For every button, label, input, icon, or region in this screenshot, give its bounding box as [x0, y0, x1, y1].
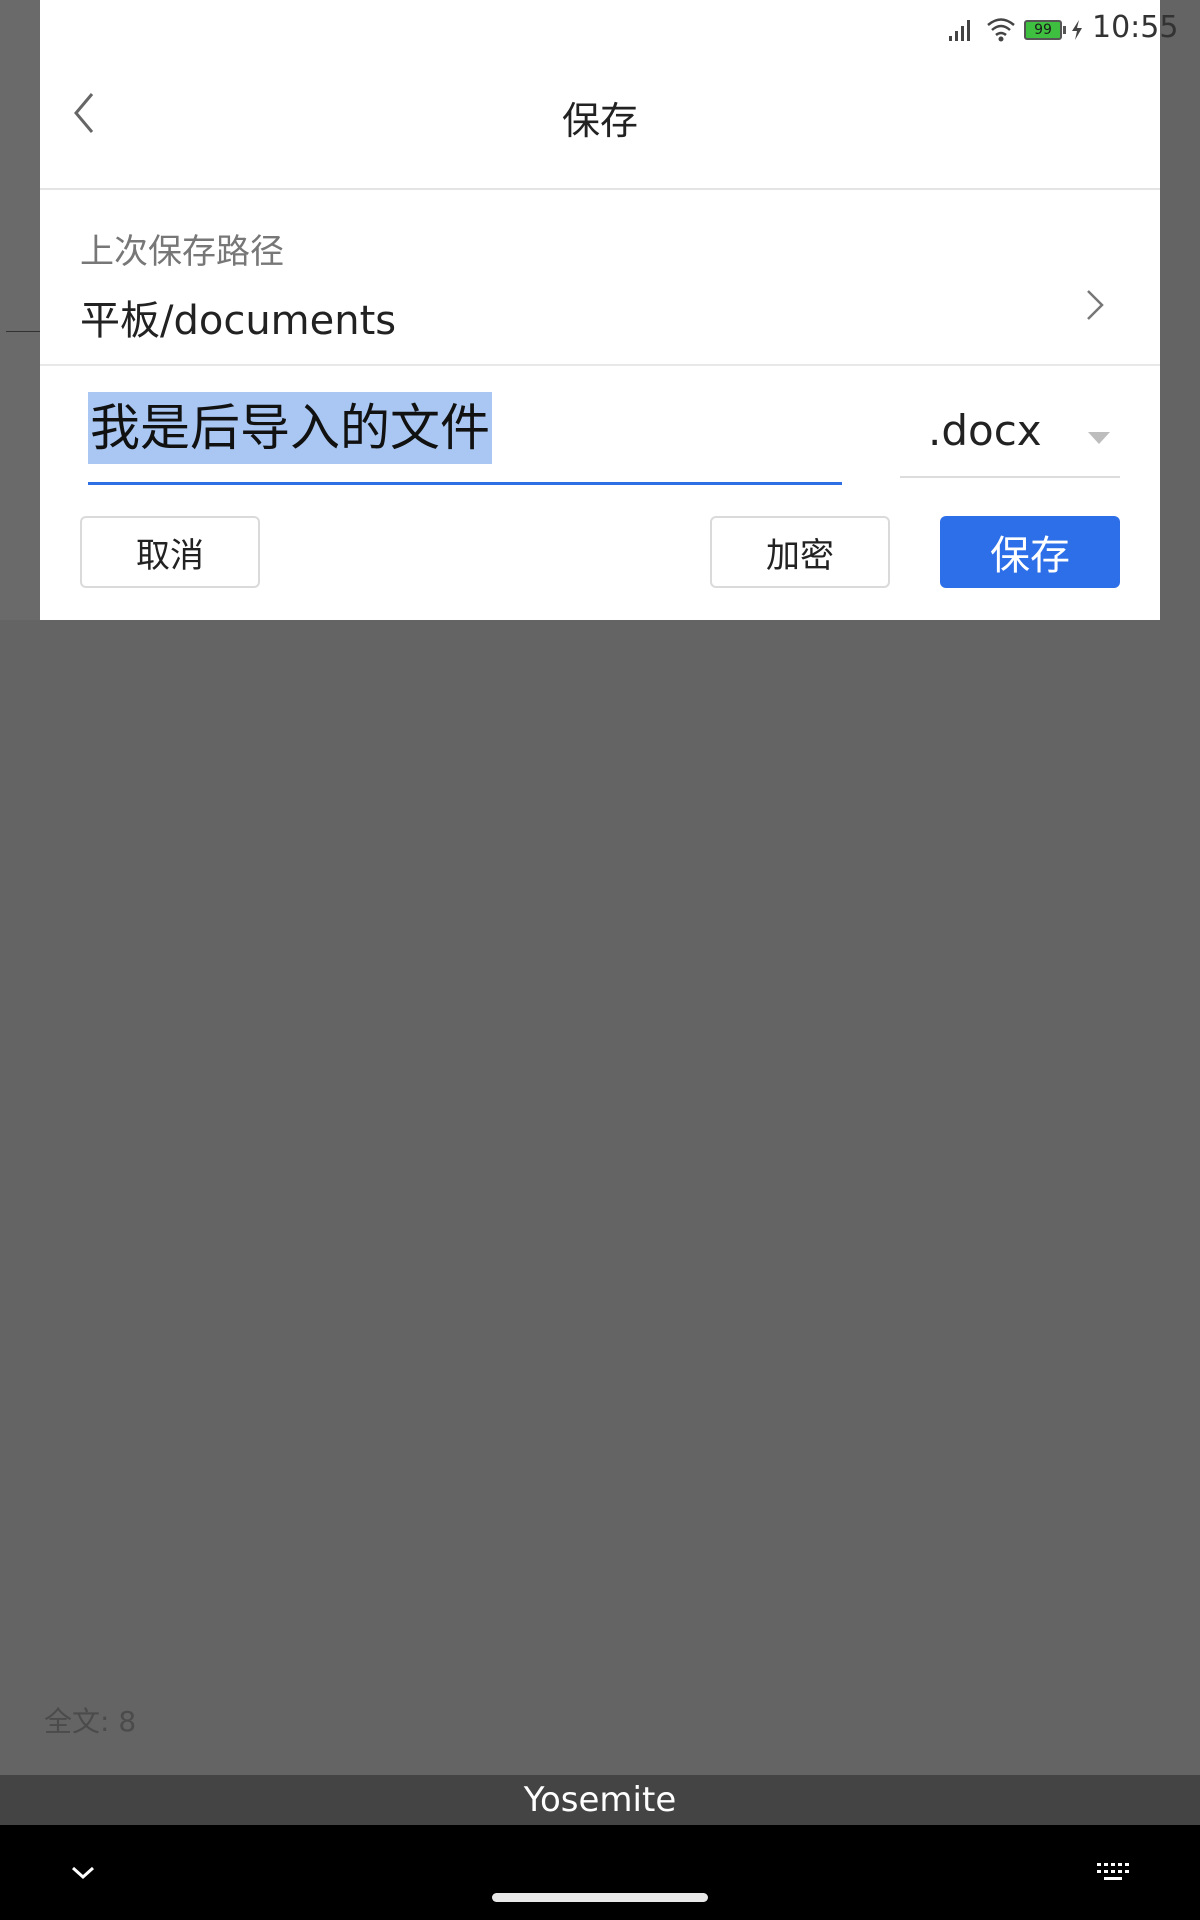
- dialog-header: 保存: [40, 60, 1160, 190]
- status-time: 10:55: [1092, 10, 1179, 45]
- home-handle[interactable]: [492, 1893, 708, 1902]
- charging-icon: [1072, 20, 1082, 40]
- filename-input[interactable]: 我是后导入的文件: [88, 392, 492, 464]
- signal-icon: [949, 20, 970, 41]
- background-divider: [6, 331, 40, 332]
- wifi-icon: [987, 18, 1015, 42]
- navigation-bar: [0, 1825, 1200, 1920]
- encrypt-button[interactable]: 加密: [710, 516, 890, 588]
- status-bar: 99 10:55: [40, 0, 1178, 60]
- keyboard-suggestion-bar[interactable]: Yosemite: [0, 1775, 1200, 1825]
- extension-value: .docx: [928, 406, 1042, 455]
- dropdown-arrow-icon: [1088, 432, 1110, 444]
- save-path-value: 平板/documents: [80, 298, 397, 344]
- filename-field[interactable]: 我是后导入的文件: [88, 392, 842, 485]
- dialog-title: 保存: [561, 99, 638, 143]
- chevron-right-icon: [1087, 290, 1104, 320]
- save-path-row[interactable]: 上次保存路径 平板/documents: [40, 190, 1160, 366]
- save-dialog: 99 10:55 保存 上次保存路径 平板/documents 我是后导入的文件…: [40, 0, 1178, 620]
- collapse-keyboard-icon[interactable]: [70, 1865, 96, 1881]
- save-path-label: 上次保存路径: [80, 232, 284, 272]
- word-count: 全文: 8: [44, 1705, 137, 1738]
- keyboard-icon[interactable]: [1096, 1861, 1130, 1883]
- keyboard-suggestion[interactable]: Yosemite: [524, 1780, 677, 1820]
- save-button[interactable]: 保存: [940, 516, 1120, 588]
- cancel-button[interactable]: 取消: [80, 516, 260, 588]
- extension-select[interactable]: .docx: [900, 392, 1120, 478]
- background-document: [0, 0, 40, 620]
- battery-icon: 99: [1024, 20, 1066, 40]
